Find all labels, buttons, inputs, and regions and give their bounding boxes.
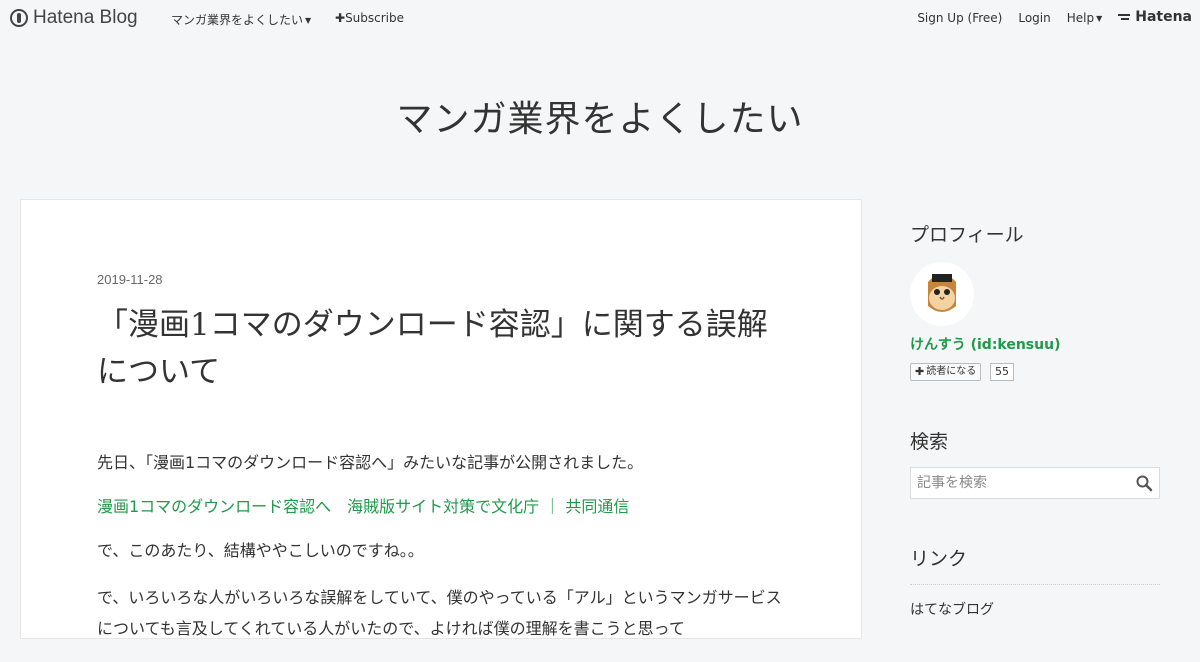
- search-heading: 検索: [910, 431, 949, 453]
- links-list: はてなブログ: [910, 584, 1160, 619]
- subscribe-reader-button[interactable]: ✚ 読者になる: [910, 363, 982, 381]
- hatena-logo[interactable]: Hatena: [1118, 9, 1192, 25]
- login-link[interactable]: Login: [1018, 11, 1050, 25]
- subscribe-button[interactable]: ✚Subscribe: [335, 11, 404, 25]
- brand-label: Hatena Blog: [33, 7, 138, 28]
- profile-name-link[interactable]: けんすう (id:kensuu): [910, 334, 1060, 354]
- search-input[interactable]: [911, 468, 1133, 498]
- links-heading: リンク: [910, 548, 968, 570]
- entry-paragraph: で、いろいろな人がいろいろな誤解をしていて、僕のやっている「アル」というマンガサ…: [97, 588, 782, 638]
- hatena-blog-logo-icon: [10, 9, 28, 27]
- profile-heading: プロフィール: [910, 224, 1024, 246]
- plus-icon: ✚: [335, 11, 346, 25]
- help-dropdown[interactable]: Help ▼: [1067, 11, 1103, 25]
- entry-body: 先日、「漫画1コマのダウンロード容認へ」みたいな記事が公開されました。 漫画1コ…: [97, 450, 787, 662]
- reader-count: 55: [990, 363, 1014, 381]
- hatena-logo-icon: [1118, 12, 1132, 22]
- signup-link[interactable]: Sign Up (Free): [917, 11, 1002, 25]
- hatena-label: Hatena: [1135, 9, 1192, 25]
- link-item-hatena-blog[interactable]: はてなブログ: [910, 585, 1160, 619]
- plus-icon: ✚: [915, 365, 925, 378]
- entry-title[interactable]: 「漫画1コマのダウンロード容認」に関する誤解について: [97, 302, 787, 396]
- entry-paragraph: で、このあたり、結構ややこしいのですね。。: [97, 541, 424, 560]
- hatena-blog-logo[interactable]: Hatena Blog: [10, 7, 138, 29]
- entry-date[interactable]: 2019-11-28: [97, 272, 163, 287]
- caret-down-icon: ▼: [305, 16, 312, 25]
- entry-paragraph: 先日、「漫画1コマのダウンロード容認へ」みたいな記事が公開されました。: [97, 453, 644, 472]
- reader-button-label: 読者になる: [926, 366, 977, 377]
- search-icon[interactable]: [1135, 474, 1153, 492]
- header-right-nav: Sign Up (Free) Login Help ▼ Hatena: [917, 9, 1192, 25]
- caret-down-icon: ▼: [1096, 14, 1103, 23]
- blog-menu-dropdown[interactable]: マンガ業界をよくしたい ▼: [171, 11, 311, 28]
- global-header: Hatena Blog マンガ業界をよくしたい ▼ ✚Subscribe Sign…: [0, 0, 1200, 36]
- help-label: Help: [1066, 11, 1095, 25]
- search-form: [910, 467, 1160, 499]
- blog-menu-label: マンガ業界をよくしたい: [171, 13, 304, 27]
- owl-avatar-icon: [910, 262, 974, 326]
- entry-card: 2019-11-28 「漫画1コマのダウンロード容認」に関する誤解について 先日…: [20, 199, 862, 639]
- avatar[interactable]: [910, 262, 974, 326]
- subscribe-label: Subscribe: [345, 11, 405, 25]
- blog-title[interactable]: マンガ業界をよくしたい: [0, 90, 1200, 142]
- entry-external-link[interactable]: 漫画1コマのダウンロード容認へ 海賊版サイト対策で文化庁 ｜ 共同通信: [97, 494, 787, 520]
